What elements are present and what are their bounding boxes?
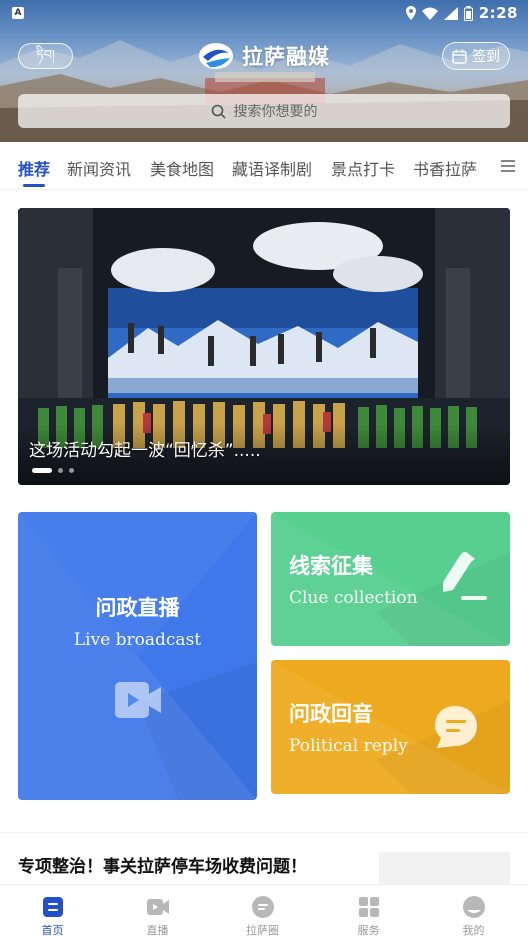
clue-collection-card[interactable]: 线索征集 Clue collection — [271, 512, 510, 646]
carousel-dot[interactable] — [69, 468, 74, 473]
tab-recommended[interactable]: 推荐 — [18, 156, 50, 180]
profile-icon — [463, 896, 485, 918]
app-notification-icon: A — [12, 7, 24, 19]
header: A 2:28 ཏིབ། 拉萨融媒 签到 搜索你想要的 — [0, 0, 528, 142]
checkin-label: 签到 — [472, 49, 500, 65]
status-indicators: 2:28 — [405, 4, 518, 22]
live-broadcast-subtitle: Live broadcast — [73, 630, 202, 650]
tab-tibetan-dramas[interactable]: 藏语译制剧 — [232, 156, 312, 180]
banner-carousel[interactable]: 这场活动勾起一波“回忆杀”..... — [18, 208, 510, 485]
news-headline[interactable]: 专项整治！事关拉萨停车场收费问题！ — [18, 852, 307, 877]
nav-profile[interactable]: 我的 — [421, 885, 526, 944]
checkin-button[interactable]: 签到 — [442, 42, 510, 70]
category-tabs: 推荐 新闻资讯 美食地图 藏语译制剧 景点打卡 书香拉萨 — [0, 142, 528, 190]
speech-bubble-icon — [435, 706, 477, 748]
tab-food-map[interactable]: 美食地图 — [150, 156, 214, 180]
signal-icon — [443, 6, 458, 20]
nav-services[interactable]: 服务 — [316, 885, 421, 944]
search-bar[interactable]: 搜索你想要的 — [18, 94, 510, 128]
location-icon — [405, 6, 416, 20]
bottom-navigation: 首页 直播 拉萨圈 服务 我的 — [0, 884, 528, 944]
video-camera-icon — [115, 682, 161, 718]
nav-home[interactable]: 首页 — [0, 885, 105, 944]
political-reply-card[interactable]: 问政回音 Political reply — [271, 660, 510, 794]
status-bar: A 2:28 — [0, 0, 528, 26]
nav-label: 拉萨圈 — [246, 924, 279, 937]
battery-icon — [463, 5, 473, 21]
live-broadcast-title: 问政直播 — [95, 595, 180, 620]
card-pattern — [18, 512, 257, 800]
political-reply-title: 问政回音 — [289, 701, 373, 726]
home-icon — [43, 897, 63, 917]
tab-scenic-checkin[interactable]: 景点打卡 — [331, 156, 395, 180]
brand-logo-icon — [199, 43, 233, 69]
nav-live[interactable]: 直播 — [105, 885, 210, 944]
tibetan-language-toggle[interactable]: ཏིབ། — [18, 43, 73, 69]
carousel-indicator — [32, 468, 74, 473]
clue-collection-title: 线索征集 — [289, 553, 373, 578]
brand-name: 拉萨融媒 — [242, 45, 330, 69]
banner-caption[interactable]: 这场活动勾起一波“回忆杀”..... — [29, 436, 261, 461]
menu-icon[interactable] — [500, 159, 516, 173]
news-thumbnail[interactable] — [379, 852, 510, 884]
nav-label: 直播 — [146, 924, 169, 937]
calendar-icon — [452, 49, 467, 64]
political-reply-subtitle: Political reply — [289, 736, 408, 756]
active-tab-indicator — [23, 184, 45, 187]
chat-bubble-icon — [252, 896, 274, 918]
nav-label: 我的 — [462, 924, 485, 937]
grid-icon — [359, 897, 379, 917]
clue-collection-subtitle: Clue collection — [289, 588, 418, 608]
tab-news[interactable]: 新闻资讯 — [67, 156, 131, 180]
pen-icon — [443, 552, 487, 600]
search-placeholder: 搜索你想要的 — [233, 104, 318, 120]
carousel-dot[interactable] — [58, 468, 63, 473]
nav-lhasa-circle[interactable]: 拉萨圈 — [210, 885, 315, 944]
nav-label: 首页 — [41, 924, 64, 937]
video-icon — [147, 899, 169, 915]
tab-reading-lhasa[interactable]: 书香拉萨 — [413, 156, 477, 180]
live-broadcast-card[interactable]: 问政直播 Live broadcast — [18, 512, 257, 800]
wifi-icon — [421, 7, 438, 20]
carousel-dot-active[interactable] — [32, 468, 52, 473]
brand: 拉萨融媒 — [198, 38, 330, 74]
nav-label: 服务 — [357, 924, 380, 937]
section-divider — [0, 832, 528, 833]
status-time: 2:28 — [478, 4, 518, 22]
search-icon — [211, 104, 226, 119]
